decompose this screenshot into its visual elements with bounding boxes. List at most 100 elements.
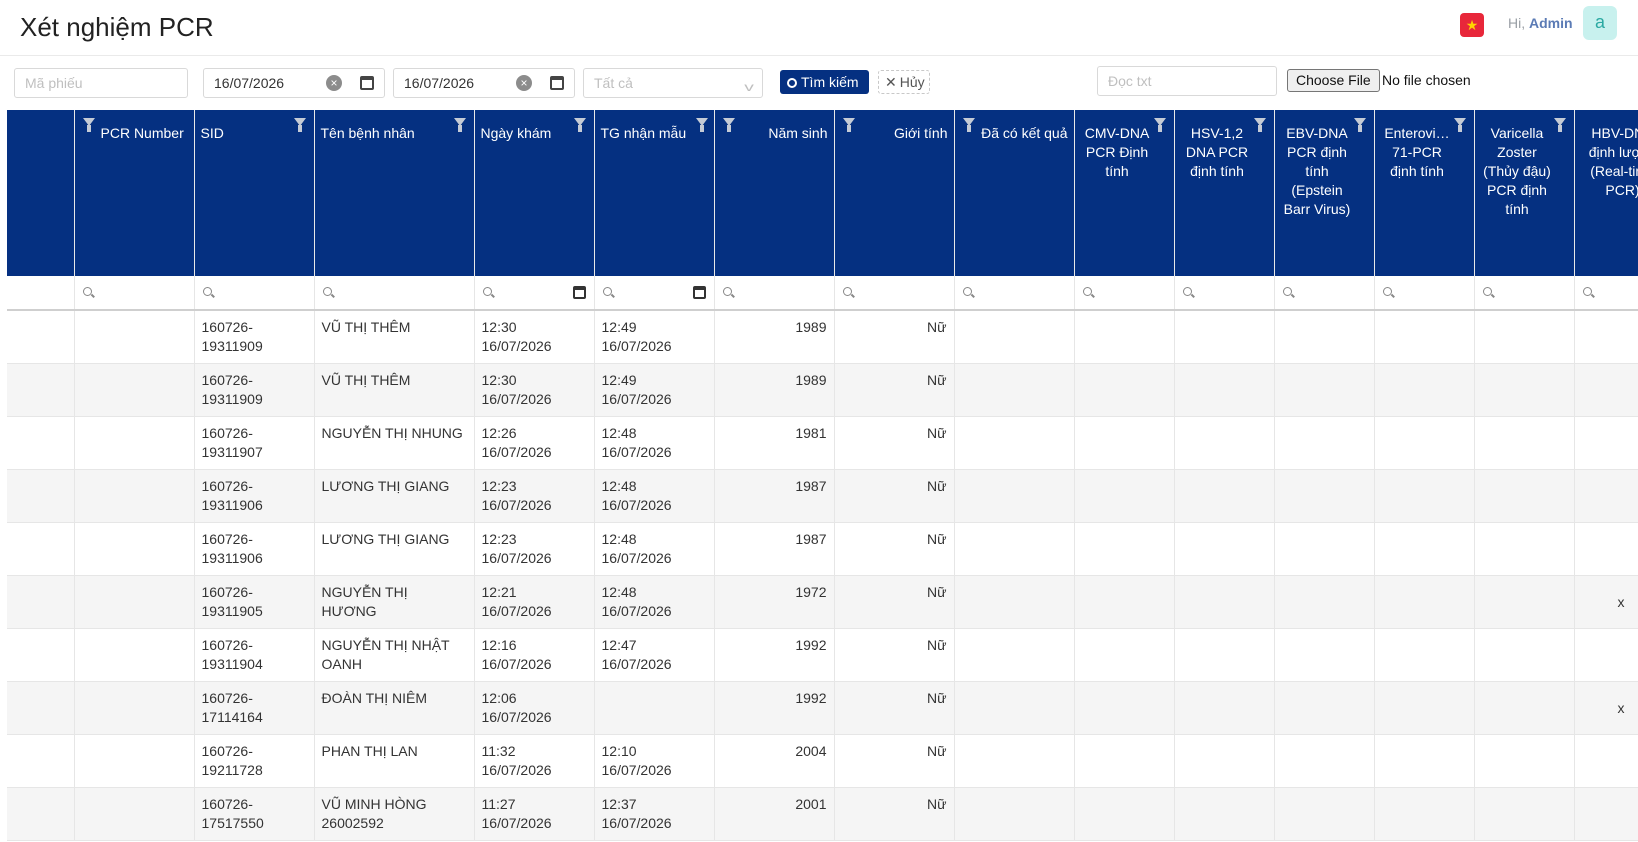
cell-ebv-dna bbox=[1274, 522, 1375, 576]
table-row[interactable]: 160726- 17517550 VŨ MINH HÒNG 26002592 11:27… bbox=[7, 787, 1638, 841]
column-header-sid[interactable]: SID bbox=[194, 110, 315, 276]
filter-cell[interactable] bbox=[714, 276, 835, 311]
filter-funnel-icon[interactable] bbox=[1453, 118, 1466, 132]
calendar-icon[interactable] bbox=[572, 286, 586, 299]
vietnam-flag-icon[interactable]: ★ bbox=[1460, 13, 1484, 37]
column-header-has-result[interactable]: Đã có kết quả bbox=[954, 110, 1075, 276]
column-header-cmv-dna[interactable]: CMV-DNA PCR Định tính bbox=[1074, 110, 1175, 276]
filter-cell[interactable] bbox=[474, 276, 595, 311]
choose-file-button[interactable]: Choose File bbox=[1287, 69, 1380, 92]
avatar[interactable]: a bbox=[1583, 6, 1617, 40]
filter-cell[interactable] bbox=[1574, 276, 1638, 311]
column-header-exam-date[interactable]: Ngày khám bbox=[474, 110, 595, 276]
column-header-pcr-number[interactable]: PCR Number bbox=[74, 110, 195, 276]
ma-phieu-input[interactable]: Mã phiếu bbox=[14, 68, 188, 98]
cell-cmv-dna bbox=[1074, 734, 1175, 788]
cell-exam-date: 12:23 16/07/2026 bbox=[474, 469, 595, 523]
cell-varicella bbox=[1474, 416, 1575, 470]
cell-exam-date: 12:26 16/07/2026 bbox=[474, 416, 595, 470]
calendar-icon[interactable] bbox=[360, 76, 374, 90]
filter-funnel-icon[interactable] bbox=[962, 118, 975, 132]
search-icon bbox=[602, 287, 612, 296]
filter-cell[interactable] bbox=[1074, 276, 1175, 311]
filter-funnel-icon[interactable] bbox=[1253, 118, 1266, 132]
filter-cell[interactable] bbox=[834, 276, 955, 311]
column-header-patient-name[interactable]: Tên bệnh nhân bbox=[314, 110, 475, 276]
filter-cell[interactable] bbox=[1274, 276, 1375, 311]
calendar-icon[interactable] bbox=[550, 76, 564, 90]
column-header-gender[interactable]: Giới tính bbox=[834, 110, 955, 276]
filter-funnel-icon[interactable] bbox=[722, 118, 735, 132]
cell-gender: Nữ bbox=[834, 522, 955, 576]
cell-patient-name: NGUYỄN THỊ HƯƠNG bbox=[314, 575, 475, 629]
column-header-enterovirus[interactable]: Enterovi… 71-PCR định tính bbox=[1374, 110, 1475, 276]
cell-gender-text: Nữ bbox=[927, 795, 947, 812]
table-row[interactable]: 160726- 19311904 NGUYỄN THỊ NHẬT OANH 12:16 1… bbox=[7, 628, 1638, 682]
filter-cell[interactable] bbox=[594, 276, 715, 311]
cell-sid-text: 17114164 bbox=[201, 708, 263, 725]
table-row[interactable]: 160726- 19311905 NGUYỄN THỊ HƯƠNG 12:21 16/07… bbox=[7, 575, 1638, 629]
filter-funnel-icon[interactable] bbox=[1353, 118, 1366, 132]
filter-funnel-icon[interactable] bbox=[842, 118, 855, 132]
column-header-ebv-dna[interactable]: EBV-DNA PCR định tính (Epstein Barr Viru… bbox=[1274, 110, 1375, 276]
cell-hbv-dna bbox=[1574, 310, 1638, 364]
cell-sample-time: 12:48 16/07/2026 bbox=[594, 416, 715, 470]
search-button[interactable]: Tìm kiếm bbox=[780, 70, 869, 94]
filter-funnel-icon[interactable] bbox=[695, 118, 708, 132]
cell-hsv-dna bbox=[1174, 681, 1275, 735]
table-row[interactable]: 160726- 19311907 NGUYỄN THỊ NHUNG 12:26 16/0… bbox=[7, 416, 1638, 470]
filter-cell[interactable] bbox=[7, 276, 75, 311]
cancel-button[interactable]: ✕ Hủy bbox=[878, 70, 930, 94]
filter-funnel-icon[interactable] bbox=[1153, 118, 1166, 132]
cell-sid-text: 19311909 bbox=[201, 390, 263, 407]
filter-funnel-icon[interactable] bbox=[453, 118, 466, 132]
table-row[interactable]: 160726- 19211728 PHAN THỊ LAN 11:32 16/07/20… bbox=[7, 734, 1638, 788]
cell-sid-text: 19211728 bbox=[201, 761, 263, 778]
filter-funnel-icon[interactable] bbox=[82, 118, 95, 132]
cell-cmv-dna bbox=[1074, 310, 1175, 364]
filter-funnel-icon[interactable] bbox=[573, 118, 586, 132]
user-name[interactable]: Admin bbox=[1529, 15, 1573, 31]
clear-icon[interactable]: × bbox=[516, 75, 532, 91]
cell-sample-time-text: 16/07/2026 bbox=[601, 496, 672, 513]
table-row[interactable]: 160726- 19311906 LƯƠNG THỊ GIANG 12:23 16/07… bbox=[7, 469, 1638, 523]
page-title: Xét nghiệm PCR bbox=[20, 12, 214, 42]
column-header-varicella[interactable]: Varicella Zoster (Thủy đậu) PCR định tín… bbox=[1474, 110, 1575, 276]
filter-cell[interactable] bbox=[954, 276, 1075, 311]
table-row[interactable]: 160726- 17114164 ĐOÀN THỊ NIÊM 12:06 16/07/2… bbox=[7, 681, 1638, 735]
cell-patient-name: VŨ THỊ THÊM bbox=[314, 363, 475, 417]
search-icon bbox=[1082, 287, 1092, 296]
status-select[interactable]: Tất cả v bbox=[583, 68, 763, 98]
cell-sid: 160726- 19311909 bbox=[194, 310, 315, 364]
cell-patient-name: LƯƠNG THỊ GIANG bbox=[314, 522, 475, 576]
table-row[interactable]: 160726- 19311906 LƯƠNG THỊ GIANG 12:23 16/07… bbox=[7, 522, 1638, 576]
filter-funnel-icon[interactable] bbox=[293, 118, 306, 132]
cell-birth-year-text: 2004 bbox=[795, 742, 827, 759]
doc-txt-input[interactable]: Đọc txt bbox=[1097, 66, 1277, 96]
column-header-hbv-dna[interactable]: HBV-DNA định lượng (Real-time PCR) bbox=[1574, 110, 1638, 276]
clear-icon[interactable]: × bbox=[326, 75, 342, 91]
filter-cell[interactable] bbox=[1374, 276, 1475, 311]
cell-sid-text: 17517550 bbox=[201, 814, 264, 831]
filter-funnel-icon[interactable] bbox=[1553, 118, 1566, 132]
date-to-picker[interactable]: 16/07/2026 × bbox=[393, 68, 575, 98]
cell-gender-text: Nữ bbox=[927, 371, 947, 388]
date-from-picker[interactable]: 16/07/2026 × bbox=[203, 68, 385, 98]
column-header-select[interactable] bbox=[7, 110, 75, 276]
cell-sample-time-text: 12:10 bbox=[601, 742, 637, 759]
calendar-icon[interactable] bbox=[692, 286, 706, 299]
column-header-birth-year[interactable]: Năm sinh bbox=[714, 110, 835, 276]
cell-hsv-dna bbox=[1174, 522, 1275, 576]
table-row[interactable]: 160726- 19311909 VŨ THỊ THÊM 12:30 16/07/202… bbox=[7, 310, 1638, 364]
cell-enterovirus bbox=[1374, 787, 1475, 841]
column-header-hsv-dna[interactable]: HSV-1,2 DNA PCR định tính bbox=[1174, 110, 1275, 276]
filter-cell[interactable] bbox=[194, 276, 315, 311]
filter-cell[interactable] bbox=[314, 276, 475, 311]
filter-cell[interactable] bbox=[1174, 276, 1275, 311]
column-header-sample-time[interactable]: TG nhận mẫu bbox=[594, 110, 715, 276]
table-row[interactable]: 160726- 19311909 VŨ THỊ THÊM 12:30 16/07/202… bbox=[7, 363, 1638, 417]
filter-cell[interactable] bbox=[74, 276, 195, 311]
cell-birth-year-text: 1989 bbox=[795, 319, 827, 335]
filter-cell[interactable] bbox=[1474, 276, 1575, 311]
cell-gender: Nữ bbox=[834, 469, 955, 523]
